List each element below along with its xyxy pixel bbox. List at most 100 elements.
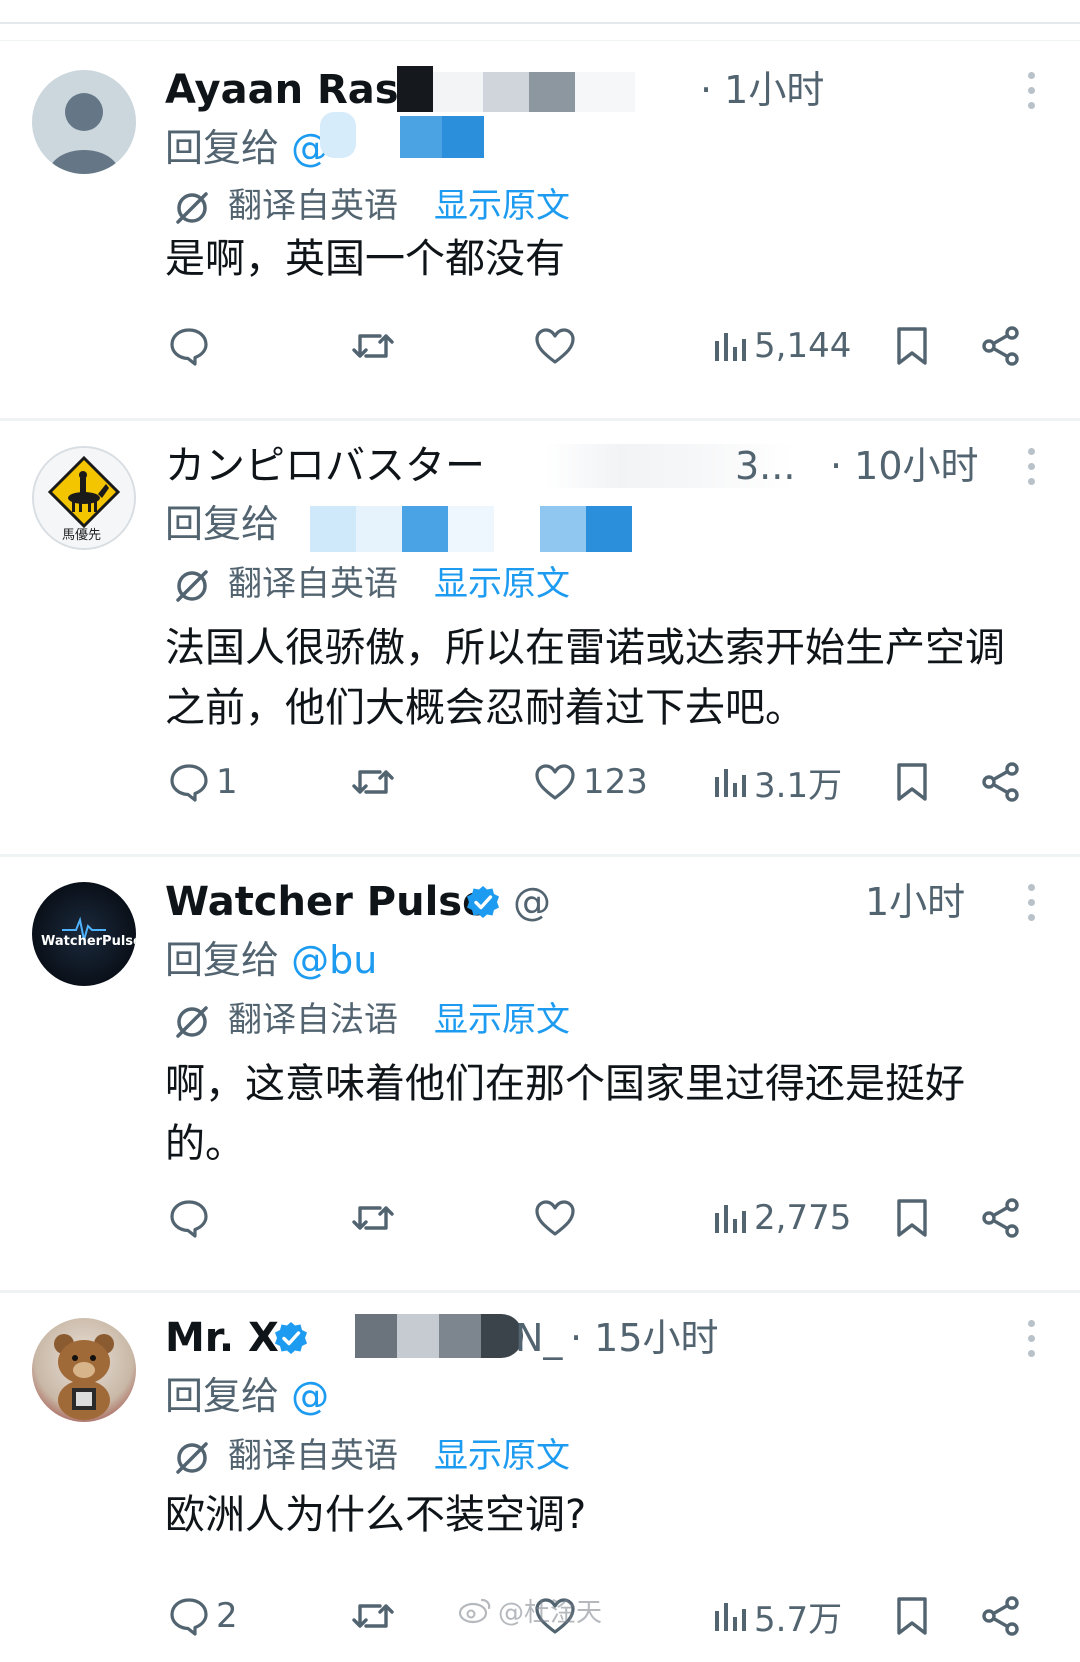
show-original-link[interactable]: 显示原文 [434,182,570,230]
views-icon [715,769,746,797]
reply-label: 回复给 [165,938,280,982]
avatar[interactable] [32,1318,136,1422]
reply-to: 回复给 @bu [165,932,377,988]
like-button[interactable] [533,316,583,376]
reply-handle[interactable]: @ [291,1374,329,1418]
more-options-icon[interactable] [1026,72,1036,117]
like-button[interactable] [533,1188,583,1248]
bookmark-button[interactable] [894,752,930,812]
share-icon [982,1596,1019,1636]
view-count: 5.7万 [754,1599,843,1640]
post-ayaan[interactable]: Ayaan Rash · 1小时 回复给 @ 翻译自英语 显示原文 是啊，英国一… [0,42,1080,421]
post-mrx[interactable]: Mr. X N_ · 15小时 回复给 @ 翻译自英语 显示原文 欧洲人为什么不… [0,1290,1080,1662]
display-name[interactable]: カンピロバスター [165,438,485,494]
top-divider-secondary [0,40,1080,41]
bookmark-icon [897,1597,927,1635]
post-header: カンピロバスター 3... · 10小时 [165,438,1080,494]
reply-label: 回复给 [165,126,280,170]
reply-to: 回复给 @ [165,1368,329,1424]
translated-from-label: 翻译自英语 [228,186,398,226]
share-button[interactable] [980,752,1022,812]
more-options-icon[interactable] [1026,448,1036,493]
views-button[interactable]: 5,144 [712,316,851,376]
retweet-button[interactable] [350,752,402,812]
post-time[interactable]: · 15小时 [570,1310,719,1366]
bookmark-button[interactable] [894,1586,930,1646]
views-button[interactable]: 3.1万 [712,752,842,812]
post-watcherpulse[interactable]: WatcherPulse Watcher Pulse @ 1小时 回复给 @bu… [0,854,1080,1293]
translate-icon [176,1442,208,1474]
avatar-logo-text: WatcherPulse [41,934,136,949]
retweet-button[interactable] [350,1586,402,1646]
share-icon [982,1198,1019,1238]
like-count: 123 [583,762,648,802]
reply-button[interactable] [168,316,216,376]
retweet-button[interactable] [350,1188,402,1248]
action-bar: 2,775 [0,1188,1080,1248]
reply-button[interactable]: 2 [168,1586,238,1646]
views-button[interactable]: 5.7万 [712,1586,842,1646]
heart-icon [535,1200,575,1236]
reply-button[interactable] [168,1188,216,1248]
like-button[interactable]: 123 [533,752,648,812]
reply-button[interactable]: 1 [168,752,238,812]
reply-icon [170,764,208,802]
post-time[interactable]: 1小时 [865,874,965,930]
post-text: 欧洲人为什么不装空调? [165,1492,587,1538]
translated-from-label: 翻译自英语 [228,1436,398,1476]
view-count: 2,775 [754,1198,852,1238]
post-time[interactable]: · 1小时 [700,62,824,118]
post-kanpiro[interactable]: 馬優先 カンピロバスター 3... · 10小时 回复给 翻译自英语 显示原文 … [0,418,1080,857]
weibo-logo-icon [458,1598,491,1624]
bookmark-icon [897,327,927,365]
retweet-button[interactable] [350,316,402,376]
default-person-icon [48,93,120,174]
views-icon [715,1603,746,1631]
more-options-icon[interactable] [1026,1320,1036,1365]
reply-to: 回复给 [165,496,279,552]
verified-badge-icon [275,1322,307,1354]
reply-icon [170,1598,208,1636]
avatar[interactable]: WatcherPulse [32,882,136,986]
avatar[interactable]: 馬優先 [32,446,136,550]
action-bar: 1 123 3.1万 [0,752,1080,812]
retweet-icon [352,334,394,358]
bookmark-button[interactable] [894,1188,930,1248]
reply-handle[interactable]: @bu [291,938,377,982]
bookmark-icon [897,763,927,801]
handle[interactable]: 3... [735,438,795,494]
avatar[interactable] [32,70,136,174]
bookmark-button[interactable] [894,316,930,376]
display-name[interactable]: Ayaan Rash [165,62,427,118]
show-original-link[interactable]: 显示原文 [434,996,570,1044]
heart-icon [535,328,575,364]
post-text: 啊，这意味着他们在那个国家里过得还是挺好的。 [165,1061,965,1167]
action-bar: 5,144 [0,316,1080,376]
more-options-icon[interactable] [1026,884,1036,929]
post-text: 法国人很骄傲，所以在雷诺或达索开始生产空调之前，他们大概会忍耐着过下去吧。 [165,625,1005,731]
reply-icon [170,328,208,366]
redacted-reply-handle [310,506,670,552]
handle[interactable]: N_ [515,1310,562,1366]
views-button[interactable]: 2,775 [712,1188,851,1248]
display-name[interactable]: Mr. X [165,1310,279,1366]
share-button[interactable] [980,1586,1022,1646]
share-button[interactable] [980,1188,1022,1248]
translate-icon [176,192,208,224]
reply-label: 回复给 [165,502,280,546]
verified-badge-icon [467,886,499,918]
reply-to: 回复给 @ [165,120,329,176]
display-name[interactable]: Watcher Pulse [165,874,489,930]
bookmark-icon [897,1199,927,1237]
redacted-reply-handle [320,112,490,158]
post-header: Watcher Pulse @ 1小时 [165,874,1080,930]
reply-count: 2 [216,1596,238,1636]
handle[interactable]: @ [513,874,551,930]
watermark: @杜淦天 [458,1590,602,1630]
show-original-link[interactable]: 显示原文 [434,560,570,608]
retweet-icon [352,1206,394,1230]
post-time[interactable]: · 10小时 [830,438,979,494]
show-original-link[interactable]: 显示原文 [434,1432,570,1480]
share-button[interactable] [980,316,1022,376]
translate-icon [176,1006,208,1038]
